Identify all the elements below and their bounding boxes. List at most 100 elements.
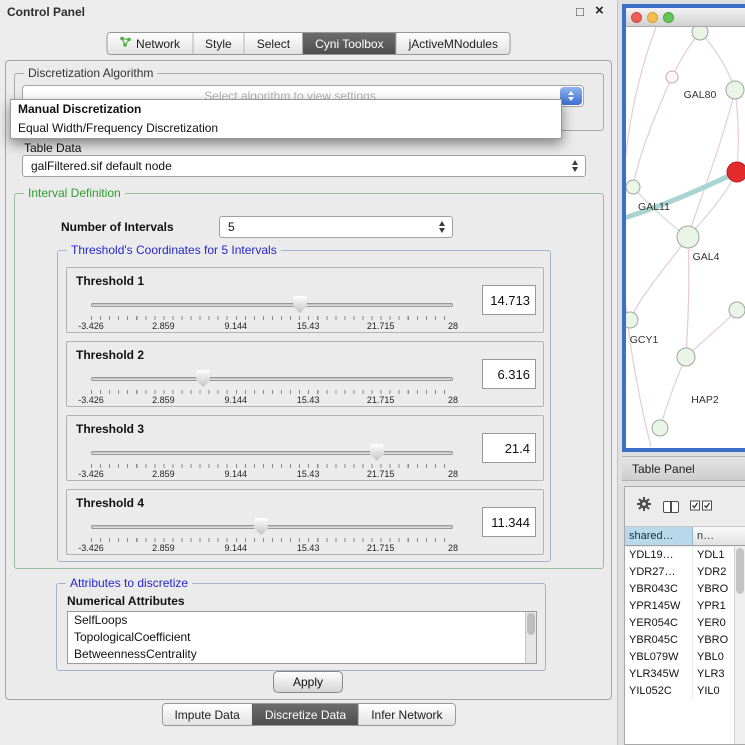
tab-select[interactable]: Select [244, 33, 302, 54]
scale-label: 15.43 [286, 395, 330, 405]
threshold-1-label: Threshold 1 [76, 274, 144, 288]
table-body[interactable]: YDL19…YDL1 YDR27…YDR2 YBR043CYBRO YPR145… [625, 547, 745, 744]
slider-track[interactable] [91, 451, 453, 455]
close-traffic-light-icon[interactable] [631, 12, 642, 23]
threshold-4-slider[interactable]: -3.426 2.859 9.144 15.43 21.715 28 [91, 516, 453, 554]
network-node[interactable] [666, 71, 678, 83]
table-row[interactable]: YBR043CYBRO [625, 581, 745, 598]
network-node[interactable] [726, 81, 744, 99]
tab-impute-data-label: Impute Data [174, 708, 239, 722]
threshold-slider-handle[interactable] [196, 370, 210, 387]
list-scrollbar[interactable] [525, 612, 536, 663]
combobox-arrows-icon [572, 160, 578, 172]
table-panel-header[interactable]: Table Panel [622, 456, 745, 481]
table-row[interactable]: YBL079WYBL0 [625, 649, 745, 666]
network-node[interactable] [692, 27, 708, 40]
cell[interactable]: YBL079W [625, 649, 693, 666]
close-window-icon[interactable]: × [595, 2, 604, 19]
combobox-arrows-icon [439, 221, 445, 233]
slider-track[interactable] [91, 377, 453, 381]
cyni-toolbox-panel: Discretization Algorithm Select algorith… [5, 60, 612, 700]
scale-label: 2.859 [141, 321, 185, 331]
tab-style[interactable]: Style [192, 33, 244, 54]
threshold-2-value-field[interactable]: 6.316 [482, 359, 536, 389]
cell[interactable]: YPR145W [625, 598, 693, 615]
numerical-attributes-list[interactable]: SelfLoops TopologicalCoefficient Between… [67, 611, 537, 664]
table-row[interactable]: YDL19…YDL1 [625, 547, 745, 564]
table-row[interactable]: YDR27…YDR2 [625, 564, 745, 581]
threshold-1-slider[interactable]: -3.426 2.859 9.144 15.43 21.715 28 [91, 294, 453, 332]
network-node[interactable] [729, 302, 745, 318]
threshold-3-slider[interactable]: -3.426 2.859 9.144 15.43 21.715 28 [91, 442, 453, 480]
network-view-window: GAL80 GAL11 GAL4 GCY1 HAP2 [622, 4, 745, 452]
algorithm-option-equal-width[interactable]: Equal Width/Frequency Discretization [11, 119, 561, 138]
combobox-arrows-icon[interactable] [560, 87, 582, 105]
threshold-slider-handle[interactable] [370, 444, 384, 461]
tab-impute-data[interactable]: Impute Data [162, 704, 251, 725]
control-panel-window: Control Panel □ × Network Style Select C… [0, 0, 618, 745]
cell[interactable]: YBR043C [625, 581, 693, 598]
threshold-slider-handle[interactable] [293, 296, 307, 313]
slider-track[interactable] [91, 303, 453, 307]
table-scrollbar[interactable] [734, 547, 745, 744]
cell[interactable]: YBR045C [625, 632, 693, 649]
scrollbar-thumb[interactable] [527, 613, 535, 635]
tab-infer-network[interactable]: Infer Network [358, 704, 454, 725]
slider-track[interactable] [91, 525, 453, 529]
threshold-2-slider[interactable]: -3.426 2.859 9.144 15.43 21.715 28 [91, 368, 453, 406]
table-row[interactable]: YBR045CYBRO [625, 632, 745, 649]
select-columns-checkboxes-icon[interactable] [690, 498, 712, 516]
threshold-4-label: Threshold 4 [76, 496, 144, 510]
attribute-list-item[interactable]: TopologicalCoefficient [68, 629, 536, 646]
number-of-intervals-combobox[interactable]: 5 [219, 216, 453, 238]
number-of-intervals-label: Number of Intervals [61, 220, 174, 234]
cell[interactable]: YIL052C [625, 683, 693, 700]
table-row[interactable]: YER054CYER0 [625, 615, 745, 632]
bottom-tab-bar: Impute Data Discretize Data Infer Networ… [161, 703, 455, 726]
network-node[interactable] [677, 226, 699, 248]
cell[interactable]: YDL19… [625, 547, 693, 564]
table-header-row: shared… n… [625, 527, 745, 546]
table-data-label: Table Data [24, 141, 81, 155]
table-data-combobox[interactable]: galFiltered.sif default node [22, 155, 586, 177]
network-node[interactable] [626, 180, 640, 194]
minimize-traffic-light-icon[interactable] [647, 12, 658, 23]
threshold-4-value-field[interactable]: 11.344 [482, 507, 536, 537]
table-row[interactable]: YLR345WYLR3 [625, 666, 745, 683]
table-row[interactable]: YPR145WYPR1 [625, 598, 745, 615]
network-canvas[interactable]: GAL80 GAL11 GAL4 GCY1 HAP2 [626, 27, 745, 448]
attributes-group-title: Attributes to discretize [66, 576, 192, 590]
cell[interactable]: YER054C [625, 615, 693, 632]
scrollbar-thumb[interactable] [736, 548, 744, 594]
attribute-list-item[interactable]: BetweennessCentrality [68, 646, 536, 663]
tab-cyni-toolbox[interactable]: Cyni Toolbox [302, 33, 395, 54]
threshold-3-value-field[interactable]: 21.4 [482, 433, 536, 463]
attribute-list-item[interactable]: SelfLoops [68, 612, 536, 629]
threshold-2-label: Threshold 2 [76, 348, 144, 362]
scale-label: 2.859 [141, 543, 185, 553]
tab-network[interactable]: Network [107, 33, 192, 54]
cell[interactable]: YLR345W [625, 666, 693, 683]
tab-discretize-data[interactable]: Discretize Data [252, 704, 358, 725]
tab-jactivemnodules[interactable]: jActiveMNodules [396, 33, 510, 54]
float-window-icon[interactable]: □ [576, 4, 584, 19]
threshold-1-value-field[interactable]: 14.713 [482, 285, 536, 315]
selected-red-node[interactable] [727, 162, 745, 182]
columns-icon[interactable] [663, 501, 679, 513]
network-node[interactable] [626, 312, 638, 328]
column-header-name[interactable]: n… [693, 527, 745, 545]
network-node[interactable] [677, 348, 695, 366]
scale-label: 15.43 [286, 469, 330, 479]
network-node[interactable] [652, 420, 668, 436]
node-label-gal11: GAL11 [638, 201, 670, 213]
table-row[interactable]: YIL052CYIL0 [625, 683, 745, 700]
tab-network-label: Network [136, 37, 180, 51]
cell[interactable]: YDR27… [625, 564, 693, 581]
threshold-slider-handle[interactable] [254, 518, 268, 535]
algorithm-option-manual[interactable]: Manual Discretization [11, 100, 561, 119]
zoom-traffic-light-icon[interactable] [663, 12, 674, 23]
gear-icon[interactable] [636, 496, 652, 517]
apply-button[interactable]: Apply [273, 671, 343, 693]
network-window-titlebar[interactable] [626, 8, 745, 27]
column-header-shared-name[interactable]: shared… [625, 527, 693, 545]
